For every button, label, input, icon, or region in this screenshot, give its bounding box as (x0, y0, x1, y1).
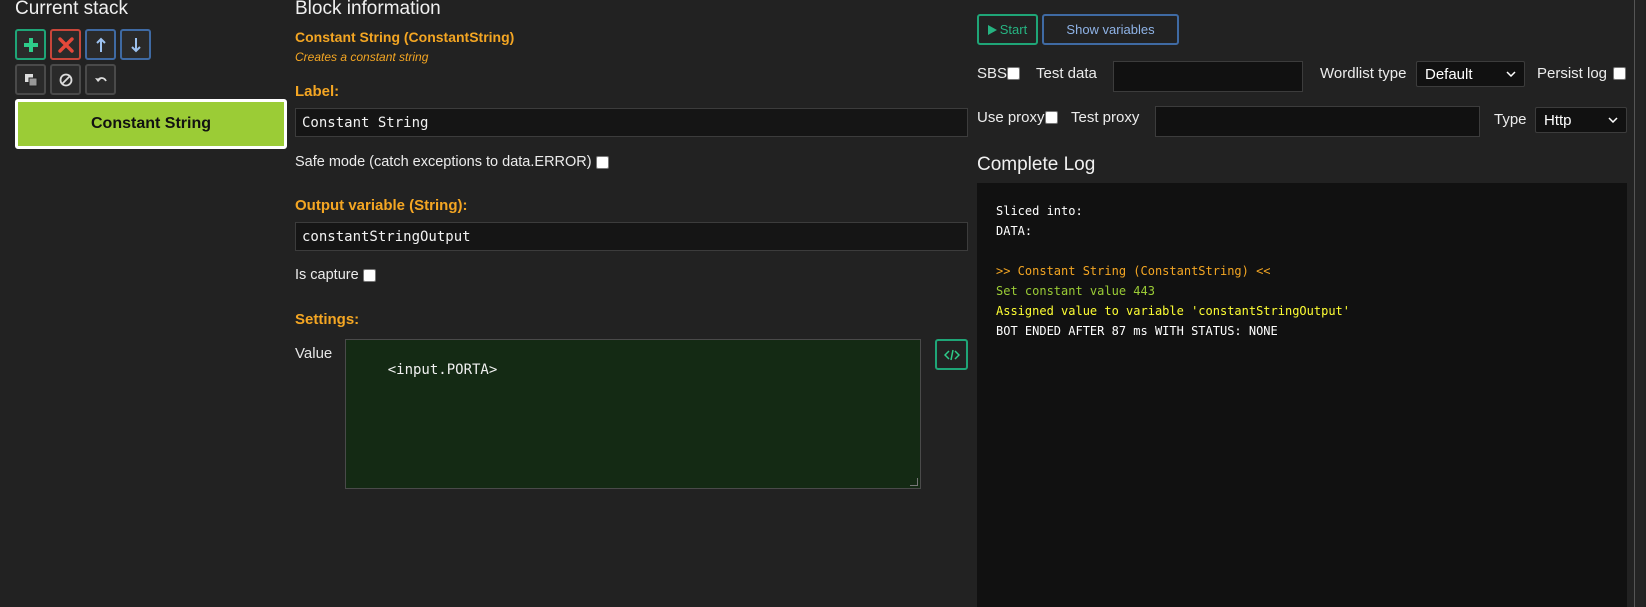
complete-log: Sliced into: DATA: >> Constant String (C… (977, 183, 1627, 607)
use-proxy-checkbox[interactable] (1045, 111, 1058, 124)
persist-log-checkbox[interactable] (1613, 67, 1626, 80)
value-textarea[interactable]: <input.PORTA> (345, 339, 921, 489)
log-line: BOT ENDED AFTER 87 ms WITH STATUS: NONE (996, 324, 1278, 338)
stack-block-constant-string[interactable]: Constant String (15, 99, 287, 149)
sbs-label: SBS (977, 65, 1008, 82)
add-block-button[interactable] (15, 29, 46, 60)
clone-block-icon (24, 73, 37, 86)
disable-block-icon (59, 73, 72, 86)
log-line: Assigned value to variable 'constantStri… (996, 304, 1351, 318)
show-variables-button[interactable]: Show variables (1042, 14, 1179, 45)
label-heading: Label: (295, 83, 340, 100)
block-information-title: Block information (295, 0, 441, 19)
sbs-checkbox[interactable] (1007, 67, 1020, 80)
type-label: Type (1494, 111, 1527, 128)
log-line: >> Constant String (ConstantString) << (996, 264, 1271, 278)
delete-block-icon (57, 36, 74, 53)
test-proxy-label: Test proxy (1071, 109, 1140, 126)
persist-log-label: Persist log (1537, 65, 1608, 82)
test-proxy-input[interactable] (1155, 106, 1480, 137)
move-down-icon (130, 37, 141, 52)
disable-block-button[interactable] (50, 64, 81, 95)
wordlist-type-select[interactable]: Default (1416, 61, 1525, 87)
move-up-button[interactable] (85, 29, 116, 60)
safe-mode-label: Safe mode (catch exceptions to data.ERRO… (295, 154, 592, 170)
show-variables-label: Show variables (1066, 22, 1155, 37)
chevron-down-icon (1506, 71, 1516, 77)
block-description: Creates a constant string (295, 50, 429, 64)
undo-button[interactable] (85, 64, 116, 95)
page-scrollbar[interactable] (1634, 0, 1644, 607)
chevron-down-icon (1608, 117, 1618, 123)
resize-grip[interactable] (910, 478, 918, 486)
log-line: Set constant value 443 (996, 284, 1155, 298)
wordlist-type-label: Wordlist type (1320, 65, 1407, 82)
log-line: Sliced into: (996, 204, 1083, 218)
clone-block-button[interactable] (15, 64, 46, 95)
debugger-panel: Start Show variables SBS Test data Wordl… (977, 0, 1627, 607)
safe-mode-checkbox[interactable] (595, 155, 609, 169)
undo-icon (94, 76, 107, 82)
add-block-icon (23, 37, 38, 52)
log-line: DATA: (996, 224, 1033, 238)
label-input-value: Constant String (302, 114, 429, 131)
code-icon (943, 349, 960, 360)
block-name: Constant String (ConstantString) (295, 29, 515, 45)
is-capture-label: Is capture (295, 267, 359, 283)
output-variable-input[interactable]: constantStringOutput (295, 222, 968, 251)
test-data-label: Test data (1036, 65, 1097, 82)
label-input[interactable]: Constant String (295, 108, 968, 137)
move-up-icon (95, 37, 106, 52)
value-textarea-content: <input.PORTA> (387, 362, 498, 378)
start-label: Start (999, 22, 1028, 37)
wordlist-type-value: Default (1425, 65, 1473, 83)
complete-log-title: Complete Log (977, 154, 1096, 175)
output-variable-value: constantStringOutput (302, 228, 471, 245)
stack-block-label: Constant String (91, 115, 211, 132)
use-proxy-label: Use proxy (977, 109, 1045, 126)
play-icon (987, 24, 997, 35)
interpolation-mode-button[interactable] (935, 339, 968, 370)
settings-heading: Settings: (295, 311, 360, 328)
is-capture-checkbox[interactable] (362, 268, 376, 282)
proxy-type-value: Http (1544, 111, 1572, 129)
proxy-type-select[interactable]: Http (1535, 107, 1627, 133)
test-data-input[interactable] (1113, 61, 1303, 92)
output-variable-heading: Output variable (String): (295, 197, 468, 214)
value-label: Value (295, 345, 333, 362)
start-button[interactable]: Start (977, 14, 1038, 45)
safe-mode-row: Safe mode (catch exceptions to data.ERRO… (295, 154, 609, 170)
move-down-button[interactable] (120, 29, 151, 60)
block-information-panel: Block information Constant String (Const… (295, 0, 968, 607)
current-stack-title: Current stack (15, 0, 128, 19)
is-capture-row: Is capture (295, 267, 376, 283)
delete-block-button[interactable] (50, 29, 81, 60)
